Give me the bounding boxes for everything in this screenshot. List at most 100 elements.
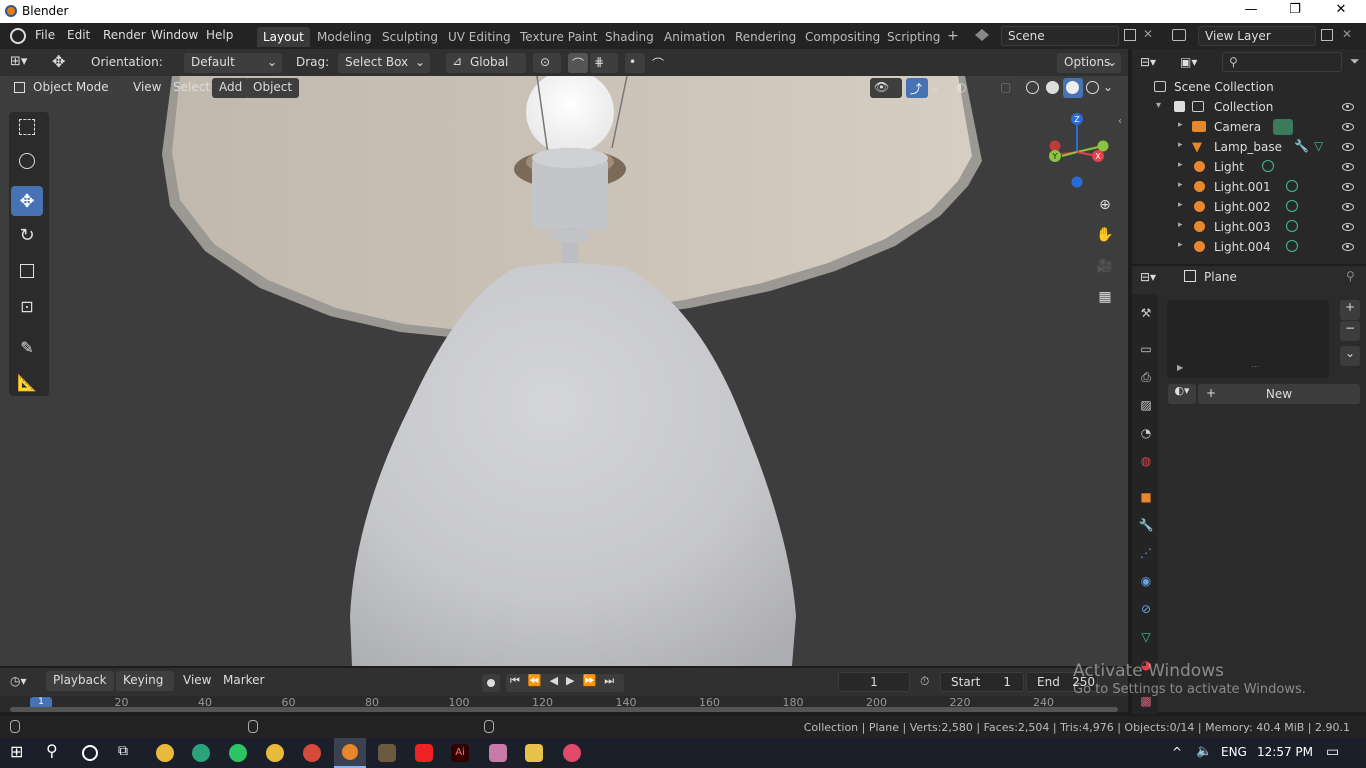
tab-uv-editing[interactable]: UV Editing (442, 27, 517, 47)
options-dropdown[interactable]: Options ⌄ (1057, 53, 1121, 73)
outliner-item-camera[interactable]: ▸ Camera (1132, 117, 1366, 137)
clock-time[interactable]: 12:57 PM (1257, 745, 1313, 759)
current-frame-field[interactable]: 1 (838, 672, 910, 692)
tab-layout[interactable]: Layout (257, 27, 310, 47)
checkbox-icon[interactable] (1174, 101, 1185, 112)
timeline-keying-menu[interactable]: Keying (116, 671, 174, 691)
expand-arrow-icon[interactable]: ▸ (1178, 120, 1183, 130)
navigation-gizmo[interactable]: Z Y X (1040, 110, 1116, 190)
selectability-visibility-icon[interactable]: 👁 (870, 78, 902, 98)
viewport-menu-object[interactable]: Object (246, 78, 300, 98)
add-slot-button[interactable]: + (1340, 300, 1360, 320)
editor-type-icon[interactable]: ⊟▾ (1140, 55, 1156, 69)
blender-taskbar-button[interactable] (334, 738, 366, 768)
browse-material-icon[interactable]: ◐▾ (1168, 384, 1196, 404)
xray-icon[interactable]: ▢ (998, 78, 1016, 98)
expand-arrow-icon[interactable]: ▸ (1178, 140, 1183, 150)
notifications-icon[interactable]: ▭ (1326, 744, 1339, 760)
snap-toggle-icon[interactable]: ⌒ (568, 53, 588, 73)
editor-type-icon[interactable]: ⊟▾ (1140, 270, 1156, 284)
pan-hand-icon[interactable]: ✋ (1093, 223, 1117, 247)
tab-modeling[interactable]: Modeling (311, 27, 378, 47)
expand-arrow-icon[interactable]: ▶ (1177, 363, 1183, 372)
delete-view-layer-icon[interactable]: ✕ (1342, 27, 1352, 41)
visibility-eye-icon[interactable] (1342, 143, 1354, 151)
render-tab-icon[interactable]: ▭ (1137, 340, 1155, 358)
paint-3d-icon[interactable] (489, 744, 507, 762)
expand-arrow-icon[interactable]: ▾ (1156, 100, 1161, 111)
scene-tab-icon[interactable]: ◔ (1137, 424, 1155, 442)
cursor-tool-icon[interactable] (11, 146, 43, 176)
menu-render[interactable]: Render (103, 28, 146, 42)
slot-specials-icon[interactable]: ⌄ (1340, 346, 1360, 366)
expand-arrow-icon[interactable]: ▸ (1178, 160, 1183, 170)
pin-icon[interactable]: ⚲ (1346, 269, 1355, 283)
viewport-menu-view[interactable]: View (126, 78, 168, 98)
light-data-icon[interactable] (1286, 220, 1298, 232)
search-icon[interactable]: ⚲ (46, 741, 64, 760)
editor-type-icon[interactable]: ◷▾ (10, 674, 27, 688)
outliner-item-light-003[interactable]: ▸ Light.003 (1132, 217, 1366, 237)
perspective-grid-icon[interactable]: ▦ (1093, 285, 1117, 309)
viewport-menu-select[interactable]: Select (166, 78, 217, 98)
viewport-menu-add[interactable]: Add (212, 78, 250, 98)
transform-space-dropdown[interactable]: ⊿ Global (446, 53, 526, 73)
modifier-tab-icon[interactable]: 🔧 (1137, 516, 1155, 534)
add-workspace-button[interactable]: + (941, 25, 965, 45)
view-layer-tab-icon[interactable]: ▨ (1137, 396, 1155, 414)
menu-file[interactable]: File (35, 28, 55, 42)
move-tool-active-icon[interactable]: ✥ (11, 186, 43, 216)
minimize-button[interactable]: — (1236, 2, 1266, 20)
outliner-item-light[interactable]: ▸ Light (1132, 157, 1366, 177)
delete-scene-icon[interactable]: ✕ (1143, 27, 1153, 41)
visibility-eye-icon[interactable] (1342, 123, 1354, 131)
transform-tool-icon[interactable]: ⊡ (11, 291, 43, 321)
view-layer-field[interactable]: View Layer (1198, 26, 1316, 46)
cortana-icon[interactable] (82, 745, 98, 761)
tab-animation[interactable]: Animation (658, 27, 731, 47)
remove-slot-button[interactable]: − (1340, 321, 1360, 341)
visibility-eye-icon[interactable] (1342, 243, 1354, 251)
move-tool-icon[interactable]: ✥ (52, 52, 65, 71)
outliner-scene-collection[interactable]: Scene Collection (1132, 77, 1366, 97)
start-frame-field[interactable]: Start 1 (940, 672, 1024, 692)
windows-start-icon[interactable]: ⊞ (10, 742, 28, 761)
file-explorer-icon[interactable] (525, 744, 543, 762)
paint-icon[interactable] (378, 744, 396, 762)
light-data-icon[interactable] (1286, 180, 1298, 192)
tab-scripting[interactable]: Scripting (881, 27, 946, 47)
chrome-icon[interactable] (266, 744, 284, 762)
proportional-edit-icon[interactable]: • (625, 53, 645, 73)
constraints-tab-icon[interactable]: ⊘ (1137, 600, 1155, 618)
blender-menu-icon[interactable] (10, 28, 26, 44)
wireframe-shading-icon[interactable] (1026, 81, 1039, 94)
new-material-button[interactable]: + New (1198, 384, 1360, 404)
material-slots-list[interactable]: ▶ ⋯ (1167, 300, 1329, 378)
modifier-wrench-icon[interactable]: 🔧 (1294, 139, 1309, 153)
world-tab-icon[interactable]: ◍ (1137, 452, 1155, 470)
select-box-tool-icon[interactable] (11, 112, 43, 142)
filter-icon[interactable]: ⏷ (1350, 54, 1360, 69)
orientation-dropdown[interactable]: Default ⌄ (184, 53, 282, 73)
new-scene-icon[interactable] (1124, 29, 1136, 41)
light-data-icon[interactable] (1286, 200, 1298, 212)
app-icon[interactable] (563, 744, 581, 762)
chevron-down-icon[interactable]: ⌄ (1101, 78, 1117, 98)
playback-controls[interactable]: ⏮⏪◀▶⏩⏭ (506, 674, 624, 692)
outliner-item-light-002[interactable]: ▸ Light.002 (1132, 197, 1366, 217)
menu-window[interactable]: Window (151, 28, 198, 42)
camera-view-icon[interactable]: 🎥 (1093, 254, 1117, 278)
language-indicator[interactable]: ENG (1221, 745, 1247, 759)
light-data-icon[interactable] (1286, 240, 1298, 252)
rendered-shading-icon[interactable] (1086, 81, 1099, 94)
edge-icon[interactable] (192, 744, 210, 762)
expand-arrow-icon[interactable]: ▸ (1178, 220, 1183, 230)
youtube-icon[interactable] (415, 744, 433, 762)
tab-texture-paint[interactable]: Texture Paint (514, 27, 603, 47)
annotate-tool-icon[interactable]: ✎ (11, 332, 43, 362)
scene-icon[interactable] (975, 29, 989, 41)
zoom-icon[interactable]: ⊕ (1093, 193, 1117, 217)
chevron-down-icon[interactable]: ⌄ (928, 78, 944, 98)
solid-shading-icon[interactable] (1046, 81, 1059, 94)
timeline-view-menu[interactable]: View (176, 671, 218, 691)
